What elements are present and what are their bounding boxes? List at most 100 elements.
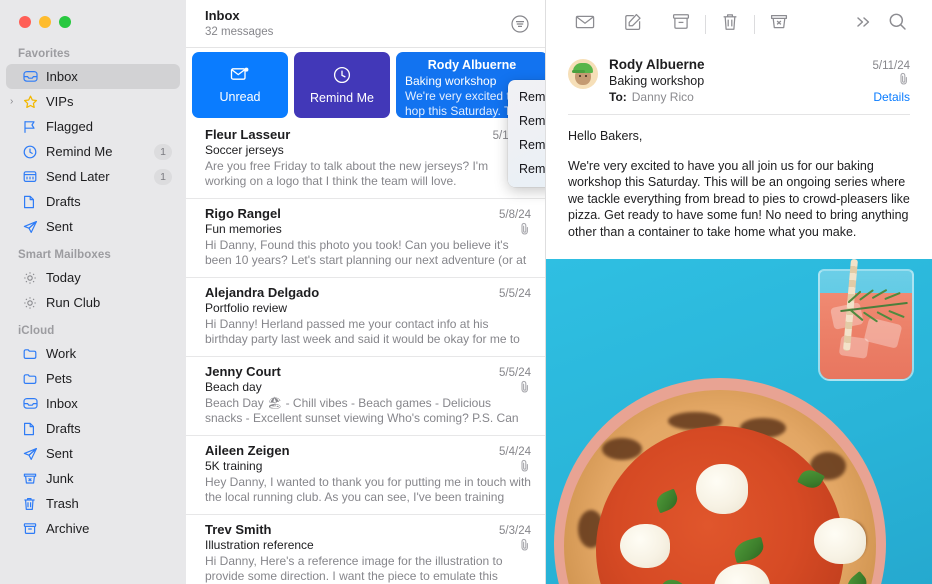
- sidebar-item-archive[interactable]: Archive: [6, 516, 180, 541]
- message-list-item[interactable]: Rigo Rangel 5/8/24 Fun memories Hi Danny…: [186, 199, 545, 278]
- message-header-main: Rody Albuerne 5/11/24 Baking workshop To…: [609, 57, 910, 104]
- mark-unread-button[interactable]: [568, 9, 602, 39]
- sidebar-item-drafts[interactable]: Drafts: [6, 189, 180, 214]
- sidebar-section-smart-mailboxes: Smart Mailboxes: [18, 249, 111, 261]
- sidebar-item-inbox[interactable]: Inbox: [6, 64, 180, 89]
- sidebar-badge: 1: [154, 168, 172, 185]
- chevron-double-right-icon: [853, 14, 873, 35]
- sidebar-item-label: Flagged: [46, 119, 93, 134]
- sidebar-section-favorites: Favorites: [18, 48, 71, 60]
- sidebar-item-label: Trash: [46, 496, 79, 511]
- message-date: 5/4/24: [499, 446, 531, 458]
- sidebar-item-icloud-drafts[interactable]: Drafts: [6, 416, 180, 441]
- sender-name: Trev Smith: [205, 522, 272, 537]
- message-list-item[interactable]: Fleur Lasseur 5/10/24 Soccer jerseys Are…: [186, 120, 545, 199]
- paperclip-icon: [898, 72, 910, 86]
- context-menu-item-remind-tonight[interactable]: Remind Me Tonight: [508, 109, 545, 133]
- sidebar-item-pets[interactable]: Pets: [6, 366, 180, 391]
- gear-icon: [23, 269, 42, 286]
- sidebar-item-label: Remind Me: [46, 144, 113, 159]
- calendar-icon: [23, 168, 42, 185]
- sidebar-item-label: Sent: [46, 219, 73, 234]
- message-preview: Hi Danny, Found this photo you took! Can…: [205, 238, 527, 267]
- compose-icon: [624, 13, 642, 36]
- selected-sender: Rody Albuerne: [427, 58, 517, 72]
- junk-icon: [770, 13, 788, 35]
- swipe-unread-button[interactable]: Unread: [192, 52, 288, 118]
- sidebar-item-trash[interactable]: Trash: [6, 491, 180, 516]
- sidebar-item-junk[interactable]: Junk: [6, 466, 180, 491]
- clock-icon: [333, 66, 351, 87]
- close-button[interactable]: [19, 16, 31, 28]
- folder-icon: [23, 345, 42, 362]
- minimize-button[interactable]: [39, 16, 51, 28]
- message-subject: Beach day: [205, 380, 262, 394]
- gear-icon: [23, 294, 42, 311]
- sidebar-item-label: Send Later: [46, 169, 110, 184]
- message-body: Hello Bakers, We're very excited to have…: [546, 115, 932, 253]
- sidebar-item-icloud-sent[interactable]: Sent: [6, 441, 180, 466]
- context-menu-item-remind-tomorrow[interactable]: Remind Me Tomorrow: [508, 133, 545, 157]
- message-subject: Fun memories: [205, 222, 282, 236]
- message-subject: Soccer jerseys: [205, 143, 284, 157]
- context-menu-item-remind-later[interactable]: Remind Me Later…: [508, 157, 545, 181]
- message-date: 5/11/24: [872, 60, 910, 72]
- compose-button[interactable]: [616, 9, 650, 39]
- sidebar-item-send-later[interactable]: Send Later 1: [6, 164, 180, 189]
- message-count: 32 messages: [205, 26, 274, 38]
- message-list-pane: Inbox 32 messages Unread Remind Me Rody …: [186, 0, 546, 584]
- message-list-item[interactable]: Jenny Court 5/5/24 Beach day Beach Day 🏖…: [186, 357, 545, 436]
- message-preview: Hi Danny, Here's a reference image for t…: [205, 554, 503, 583]
- sidebar-item-label: Run Club: [46, 295, 101, 310]
- sidebar-item-work[interactable]: Work: [6, 341, 180, 366]
- message-list-item[interactable]: Trev Smith 5/3/24 Illustration reference…: [186, 515, 545, 584]
- sidebar: Favorites Inbox › VIPs Flagged Remind Me…: [0, 0, 186, 584]
- message-preview: Beach Day 🏖 - Chill vibes - Beach games …: [205, 396, 519, 425]
- paper-plane-icon: [23, 218, 42, 235]
- details-link[interactable]: Details: [873, 90, 910, 104]
- message-date: 5/5/24: [499, 288, 531, 300]
- message-list-item[interactable]: Aileen Zeigen 5/4/24 5K training Hey Dan…: [186, 436, 545, 515]
- sender-name: Alejandra Delgado: [205, 285, 320, 300]
- attachment-image-pizza[interactable]: [546, 259, 932, 584]
- filter-icon[interactable]: [509, 13, 531, 35]
- sidebar-item-label: Drafts: [46, 421, 81, 436]
- mozzarella: [696, 464, 748, 514]
- traffic-lights: [0, 0, 186, 38]
- message-date: 5/3/24: [499, 525, 531, 537]
- sidebar-item-icloud-inbox[interactable]: Inbox: [6, 391, 180, 416]
- junk-button[interactable]: [762, 9, 796, 39]
- sidebar-item-label: Pets: [46, 371, 73, 386]
- message-list-item[interactable]: Alejandra Delgado 5/5/24 Portfolio revie…: [186, 278, 545, 357]
- message-list-header: Inbox 32 messages: [186, 0, 545, 48]
- sidebar-item-label: Archive: [46, 521, 90, 536]
- mailbox-title-block: Inbox 32 messages: [205, 8, 273, 40]
- sidebar-item-label: Today: [46, 270, 81, 285]
- search-button[interactable]: [880, 9, 914, 39]
- remind-me-context-menu: Remind Me in 1 Hour Remind Me Tonight Re…: [508, 80, 545, 187]
- archive-button[interactable]: [664, 9, 698, 39]
- junk-icon: [23, 470, 42, 487]
- sidebar-item-flagged[interactable]: Flagged: [6, 114, 180, 139]
- maximize-button[interactable]: [59, 16, 71, 28]
- sidebar-item-run-club[interactable]: Run Club: [6, 290, 180, 315]
- more-button[interactable]: [846, 9, 880, 39]
- message-date: 5/5/24: [499, 367, 531, 379]
- sidebar-item-vips[interactable]: › VIPs: [6, 89, 180, 114]
- sidebar-item-today[interactable]: Today: [6, 265, 180, 290]
- inbox-icon: [23, 68, 42, 85]
- sidebar-item-sent[interactable]: Sent: [6, 214, 180, 239]
- delete-button[interactable]: [713, 9, 747, 39]
- archive-icon: [23, 520, 42, 537]
- context-menu-item-remind-in-1-hour[interactable]: Remind Me in 1 Hour: [508, 85, 545, 109]
- sidebar-item-remind-me[interactable]: Remind Me 1: [6, 139, 180, 164]
- archive-icon: [672, 13, 690, 35]
- document-icon: [23, 193, 42, 210]
- envelope-icon: [575, 14, 595, 35]
- mozzarella: [814, 518, 866, 564]
- swipe-remind-me-button[interactable]: Remind Me: [294, 52, 390, 118]
- swipe-unread-label: Unread: [219, 89, 261, 104]
- chevron-right-icon[interactable]: ›: [10, 96, 21, 107]
- message-date: 5/8/24: [499, 209, 531, 221]
- message-preview: Hi Danny! Herland passed me your contact…: [205, 317, 520, 346]
